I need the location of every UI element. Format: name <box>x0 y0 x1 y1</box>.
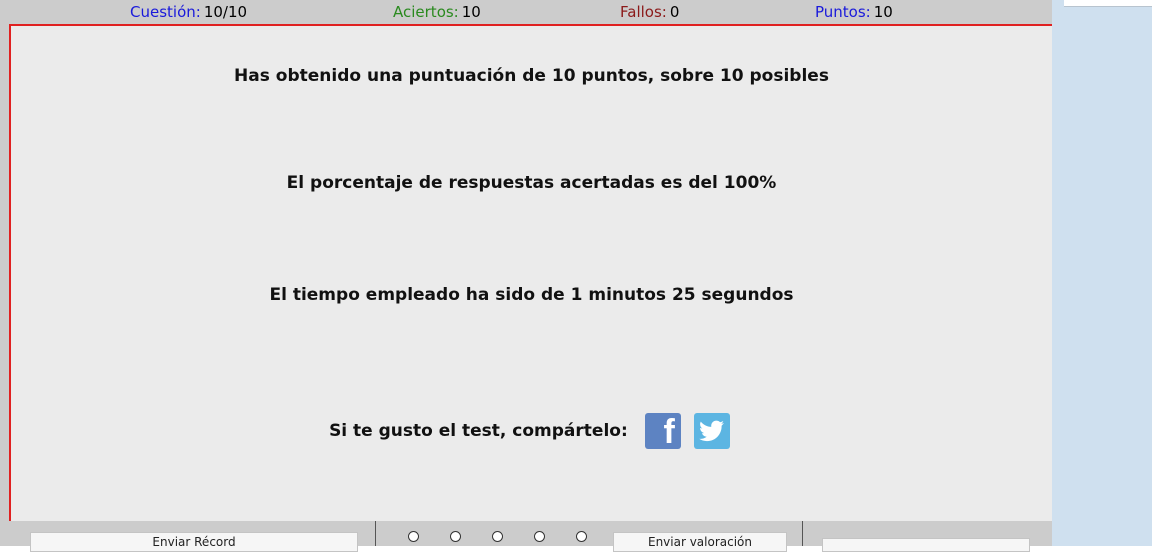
rating-radio-5[interactable] <box>576 531 587 542</box>
send-record-button[interactable]: Enviar Récord <box>30 532 358 552</box>
twitter-icon[interactable] <box>693 413 730 449</box>
share-row: Si te gusto el test, compártelo: f <box>11 413 1052 453</box>
stat-fallos: Fallos: 0 <box>620 3 679 21</box>
share-label: Si te gusto el test, compártelo: <box>329 421 628 441</box>
rating-radio-1[interactable] <box>408 531 419 542</box>
stat-puntos-value: 10 <box>873 3 893 21</box>
bottom-right-button[interactable] <box>822 538 1030 552</box>
stat-cuestion-label: Cuestión: <box>130 3 201 21</box>
rating-radio-2[interactable] <box>450 531 461 542</box>
divider <box>375 521 376 546</box>
score-text: Has obtenido una puntuación de 10 puntos… <box>234 66 829 86</box>
stat-cuestion-value: 10/10 <box>203 3 248 21</box>
stat-aciertos-label: Aciertos: <box>393 3 459 21</box>
stat-aciertos-value: 10 <box>461 3 481 21</box>
result-panel: Has obtenido una puntuación de 10 puntos… <box>9 24 1054 523</box>
divider <box>802 521 803 546</box>
stat-aciertos: Aciertos: 10 <box>393 3 481 21</box>
rating-radio-4[interactable] <box>534 531 545 542</box>
stats-bar: Cuestión: 10/10 Aciertos: 10 Fallos: 0 Punt… <box>0 0 1060 24</box>
sidebar-topbar <box>1064 0 1152 7</box>
right-sidebar <box>1052 0 1152 546</box>
main-column: Cuestión: 10/10 Aciertos: 10 Fallos: 0 Punt… <box>0 0 1060 552</box>
stat-puntos: Puntos: 10 <box>815 3 893 21</box>
facebook-icon[interactable]: f <box>644 413 681 449</box>
stat-puntos-label: Puntos: <box>815 3 871 21</box>
send-rating-button[interactable]: Enviar valoración <box>613 532 787 552</box>
stat-fallos-value: 0 <box>669 3 680 21</box>
stat-cuestion: Cuestión: 10/10 <box>130 3 247 21</box>
time-text: El tiempo empleado ha sido de 1 minutos … <box>269 285 794 305</box>
rating-radio-3[interactable] <box>492 531 503 542</box>
percentage-text: El porcentaje de respuestas acertadas es… <box>286 173 777 193</box>
bottom-bar: Enviar Récord Enviar valoración <box>0 521 1060 552</box>
stat-fallos-label: Fallos: <box>620 3 667 21</box>
